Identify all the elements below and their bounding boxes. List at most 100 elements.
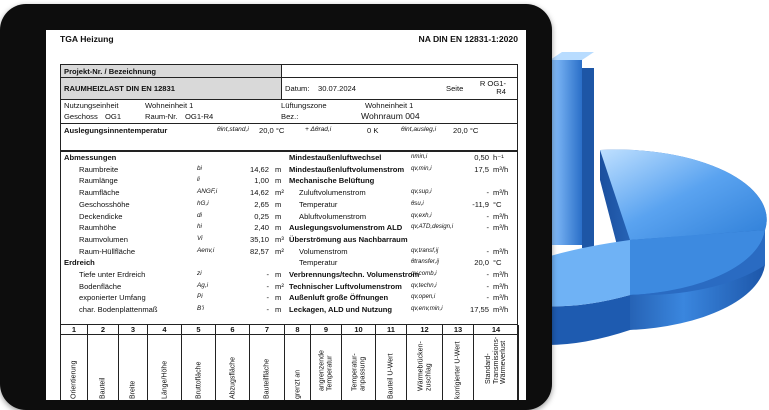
column-header: Bauteil U-Wert: [376, 335, 407, 400]
ventilation-row: Zuluftvolumenstrom qv,sup,i - m³/h: [61, 188, 517, 200]
row-value: -: [486, 246, 489, 256]
row-label: Mindestaußenluftwechsel: [289, 153, 382, 162]
row-symbol: qv,sup,i: [411, 188, 432, 196]
row-label: Auslegungsvolumenstrom ALD: [289, 223, 403, 233]
page-value: R OG1-R4: [479, 79, 506, 96]
column-header: Bauteil: [88, 335, 119, 400]
design-temp-value-3: 20,0 °C: [453, 126, 479, 135]
row-label: Mechanische Belüftung: [289, 176, 375, 186]
column-number: 11: [376, 325, 407, 335]
room-no-label: Raum-Nr.: [145, 112, 178, 121]
row-label: Abluftvolumenstrom: [299, 211, 367, 221]
zone-label: Lüftungszone: [281, 101, 327, 110]
row-symbol: θtransfer,ij: [411, 258, 440, 266]
ventilation-row: Mindestaußenluftwechsel nmin,i 0,50 h⁻¹: [61, 153, 517, 165]
date-label: Datum:: [285, 84, 310, 93]
floor-value: OG1: [105, 112, 122, 121]
ventilation-row: Temperatur θsu,i -11,9 °C: [61, 200, 517, 212]
row-unit: m³/h: [493, 188, 509, 198]
ventilation-row: Auslegungsvolumenstrom ALD qv,ATD,design,…: [61, 223, 517, 235]
column-header: Abzugsfläche: [216, 335, 250, 400]
row-symbol: qv,env,min,i: [411, 305, 443, 313]
row-value: -: [486, 223, 489, 233]
column-header-text: Breite: [129, 380, 137, 399]
row-label: Temperatur: [299, 258, 338, 268]
design-temp-symbol-1: θint,stand,i: [217, 126, 249, 133]
row-unit: m³/h: [493, 211, 509, 221]
column-header-text: korrigierter U-Wert: [454, 341, 462, 399]
ventilation-row: Technischer Luftvolumenstrom qv,techn,i - m…: [61, 282, 517, 294]
column-header: Temperatur-anpassung: [342, 335, 376, 400]
ventilation-row: Abluftvolumenstrom qv,exh,i - m³/h: [61, 212, 517, 224]
ventilation-row: Mindestaußenluftvolumenstrom qv,min,i 17,5…: [61, 165, 517, 177]
ventilation-row: Außenluft große Öffnungen qv,open,i - m³/h: [61, 293, 517, 305]
column-number: 2: [88, 325, 119, 335]
column-header-text: grenzt an: [293, 369, 301, 399]
column-header-text: Abzugsfläche: [228, 356, 236, 399]
row-label: Volumenstrom: [299, 246, 348, 256]
column-header-text: Wärmebrücken-zuschlag: [417, 341, 432, 391]
transmission-columns: 1 Orientierung 2 Bauteil 3 Breite 4 Länge/Höhe 5…: [60, 325, 519, 400]
row-label: Außenluft große Öffnungen: [289, 293, 389, 303]
row-unit: m³/h: [493, 270, 509, 279]
column-number: 4: [148, 325, 182, 335]
column-header-text: Bauteil U-Wert: [387, 353, 395, 399]
row-value: -11,9: [472, 199, 489, 209]
design-temp-row: Auslegungsinnentemperatur θint,stand,i 2…: [61, 124, 517, 137]
desc-value: Wohnraum 004: [361, 111, 420, 121]
design-temp-label: Auslegungsinnentemperatur: [64, 126, 168, 135]
column-header: grenzt an: [285, 335, 311, 400]
tablet-frame: TGA Heizung NA DIN EN 12831-1:2020 Proje…: [0, 4, 552, 410]
row-symbol: qv,transf,ij: [411, 246, 439, 254]
floor-label: Geschoss: [64, 112, 98, 121]
column-number: 7: [250, 325, 285, 335]
ventilation-row: Verbrennungs/techn. Volumenstrom qv,comb,…: [61, 270, 517, 282]
row-symbol: θsu,i: [411, 199, 424, 207]
title-row: RAUMHEIZLAST DIN EN 12831 Datum: 30.07.2…: [61, 78, 517, 100]
row-symbol: qv,open,i: [411, 293, 436, 301]
document-header: TGA Heizung NA DIN EN 12831-1:2020: [60, 34, 518, 48]
column-header: Breite: [119, 335, 148, 400]
unit-value: Wohneinheit 1: [145, 101, 194, 110]
row-unit: m³/h: [493, 293, 509, 303]
row-value: 17,5: [474, 164, 489, 174]
zone-value: Wohneinheit 1: [365, 101, 414, 110]
column-header: angrenzende Temperatur: [311, 335, 342, 400]
doc-title: RAUMHEIZLAST DIN EN 12831: [64, 84, 175, 93]
row-symbol: qv,comb,i: [411, 270, 437, 277]
column-header-text: Bruttofläche: [194, 361, 202, 399]
column-header-text: Bauteil: [99, 377, 107, 399]
row-unit: °C: [493, 199, 502, 209]
document-screen: TGA Heizung NA DIN EN 12831-1:2020 Proje…: [46, 30, 526, 400]
project-row: Projekt-Nr. / Bezeichnung: [61, 65, 517, 78]
column-header-text: Standard-Transmissions-Wärmeverlust: [484, 336, 507, 384]
ventilation-row: Überströmung aus Nachbarraum: [61, 235, 517, 247]
row-value: -: [486, 211, 489, 221]
column-header-text: angrenzende Temperatur: [318, 350, 334, 391]
column-header-text: Länge/Höhe: [160, 360, 168, 399]
room-row: Geschoss OG1 Raum-Nr. OG1-R4 Bez.: Wohnr…: [61, 111, 517, 124]
column-number: 5: [182, 325, 216, 335]
row-label: Technischer Luftvolumenstrom: [289, 281, 402, 291]
column-number: 8: [285, 325, 311, 335]
date-value: 30.07.2024: [318, 84, 357, 93]
row-unit: m³/h: [493, 246, 509, 256]
column-number: 13: [443, 325, 474, 335]
row-value: -: [486, 188, 489, 198]
column-header: Bauteilfläche: [250, 335, 285, 400]
unit-label: Nutzungseinheit: [64, 101, 119, 110]
ventilation-row: Volumenstrom qv,transf,ij - m³/h: [61, 247, 517, 259]
row-unit: h⁻¹: [493, 153, 504, 162]
ventilation-row: Leckagen, ALD und Nutzung qv,env,min,i 17,…: [61, 305, 517, 317]
page-label: Seite: [446, 84, 464, 93]
ventilation-row: Temperatur θtransfer,ij 20,0 °C: [61, 258, 517, 270]
row-value: 0,50: [474, 153, 489, 162]
column-header-text: Temperatur-anpassung: [351, 353, 366, 391]
room-no-value: OG1-R4: [185, 112, 214, 121]
row-value: -: [486, 281, 489, 291]
row-unit: m³/h: [493, 305, 509, 315]
standard-name: NA DIN EN 12831-1:2020: [418, 34, 518, 44]
row-value: -: [486, 270, 489, 279]
project-label: Projekt-Nr. / Bezeichnung: [64, 67, 156, 76]
row-label: Überströmung aus Nachbarraum: [289, 234, 408, 244]
